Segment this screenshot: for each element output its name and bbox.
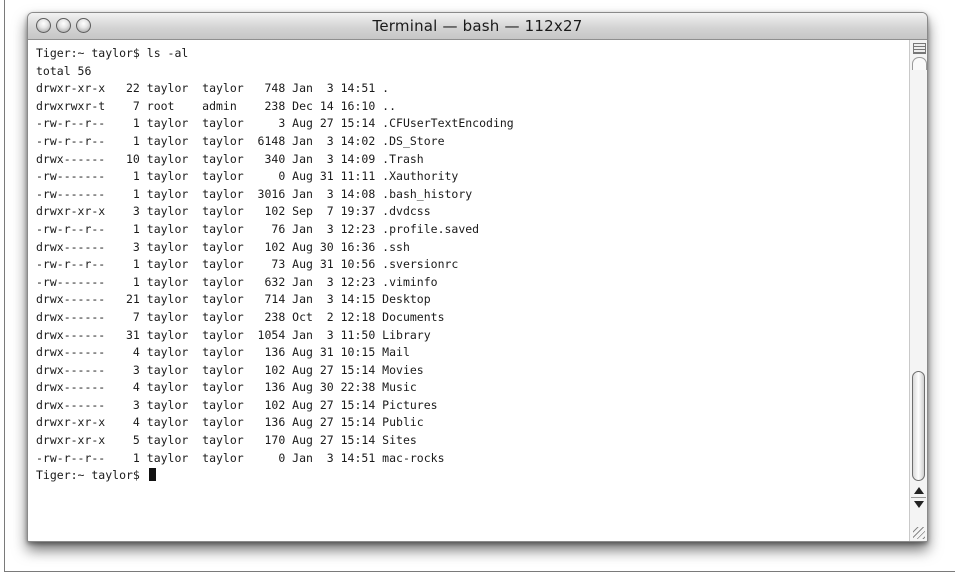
terminal-line: -rw-r--r-- 1 taylor taylor 76 Jan 3 12:2… xyxy=(36,221,480,236)
terminal-line: drwx------ 31 taylor taylor 1054 Jan 3 1… xyxy=(36,327,431,342)
window-title: Terminal — bash — 112x27 xyxy=(372,17,583,35)
terminal-line: total 56 xyxy=(36,63,92,78)
terminal-line: drwxr-xr-x 4 taylor taylor 136 Aug 27 15… xyxy=(36,415,424,430)
terminal-line: drwxr-xr-x 3 taylor taylor 102 Sep 7 19:… xyxy=(36,204,431,219)
terminal-line: drwx------ 3 taylor taylor 102 Aug 27 15… xyxy=(36,362,424,377)
terminal-line: -rw-r--r-- 1 taylor taylor 0 Jan 3 14:51… xyxy=(36,450,445,465)
terminal-line: drwx------ 4 taylor taylor 136 Aug 31 10… xyxy=(36,345,410,360)
terminal-line: -rw------- 1 taylor taylor 3016 Jan 3 14… xyxy=(36,186,473,201)
scroll-track-top xyxy=(912,57,927,70)
terminal-output[interactable]: Tiger:~ taylor$ ls -al total 56 drwxr-xr-x… xyxy=(36,45,514,485)
vertical-scrollbar[interactable] xyxy=(909,40,927,541)
text-cursor xyxy=(148,468,156,482)
terminal-line: drwxr-xr-x 22 taylor taylor 748 Jan 3 14… xyxy=(36,81,390,96)
scroll-down-arrow-icon[interactable] xyxy=(914,501,924,508)
terminal-line: -rw-r--r-- 1 taylor taylor 3 Aug 27 15:1… xyxy=(36,116,514,131)
scroll-thumb[interactable] xyxy=(912,371,925,481)
terminal-line: -rw-r--r-- 1 taylor taylor 6148 Jan 3 14… xyxy=(36,133,445,148)
terminal-line: drwx------ 21 taylor taylor 714 Jan 3 14… xyxy=(36,292,431,307)
terminal-line: -rw------- 1 taylor taylor 0 Aug 31 11:1… xyxy=(36,169,459,184)
prompt-line[interactable]: Tiger:~ taylor$ xyxy=(36,467,514,485)
title-bar[interactable]: Terminal — bash — 112x27 xyxy=(28,13,927,40)
terminal-line: drwx------ 10 taylor taylor 340 Jan 3 14… xyxy=(36,151,424,166)
page-border-left xyxy=(4,0,5,571)
terminal-line: drwxrwxr-t 7 root admin 238 Dec 14 16:10… xyxy=(36,98,397,113)
command-line: Tiger:~ taylor$ ls -al xyxy=(36,46,189,60)
scroll-up-arrow-icon[interactable] xyxy=(914,487,924,494)
terminal-line: -rw-r--r-- 1 taylor taylor 73 Aug 31 10:… xyxy=(36,257,459,272)
resize-grip-icon[interactable] xyxy=(913,527,925,539)
terminal-line: drwx------ 7 taylor taylor 238 Oct 2 12:… xyxy=(36,309,445,324)
shell-prompt: Tiger:~ taylor$ xyxy=(36,468,147,483)
terminal-line: drwxr-xr-x 5 taylor taylor 170 Aug 27 15… xyxy=(36,433,417,448)
terminal-line: -rw------- 1 taylor taylor 632 Jan 3 12:… xyxy=(36,274,438,289)
split-pane-icon[interactable] xyxy=(913,43,926,54)
terminal-content[interactable]: Tiger:~ taylor$ ls -al total 56 drwxr-xr-x… xyxy=(28,40,909,541)
terminal-window: Terminal — bash — 112x27 Tiger:~ taylor$… xyxy=(27,12,928,542)
terminal-line: drwx------ 4 taylor taylor 136 Aug 30 22… xyxy=(36,380,417,395)
page-border-bottom xyxy=(4,571,955,572)
terminal-line: drwx------ 3 taylor taylor 102 Aug 27 15… xyxy=(36,397,438,412)
terminal-line: drwx------ 3 taylor taylor 102 Aug 30 16… xyxy=(36,239,410,254)
arrow-divider xyxy=(911,497,926,498)
